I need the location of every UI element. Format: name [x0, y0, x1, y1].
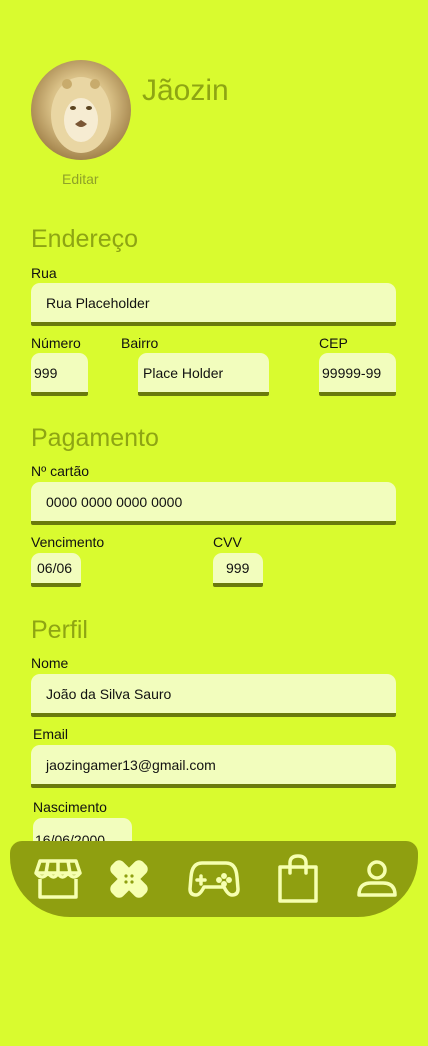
name-field[interactable]: João da Silva Sauro: [31, 674, 396, 717]
store-icon[interactable]: [34, 857, 82, 901]
street-field[interactable]: Rua Placeholder: [31, 283, 396, 326]
number-label: Número: [31, 335, 81, 351]
email-field[interactable]: jaozingamer13@gmail.com: [31, 745, 396, 788]
payment-section-title: Pagamento: [31, 424, 159, 452]
profile-section-title: Perfil: [31, 616, 88, 644]
shopping-bag-icon[interactable]: [276, 853, 320, 905]
user-icon[interactable]: [356, 859, 398, 899]
neighborhood-label: Bairro: [121, 335, 159, 351]
neighborhood-field[interactable]: Place Holder: [138, 353, 269, 396]
cep-label: CEP: [319, 335, 348, 351]
profile-name: Jãozin: [142, 74, 229, 107]
birth-label: Nascimento: [33, 799, 107, 815]
expiry-label: Vencimento: [31, 534, 105, 550]
card-number-label: Nº cartão: [31, 463, 90, 479]
cvv-field[interactable]: 999: [213, 553, 263, 587]
email-label: Email: [33, 726, 69, 742]
number-field[interactable]: 999: [31, 353, 88, 396]
expiry-field[interactable]: 06/06: [31, 553, 81, 587]
avatar: [31, 60, 131, 160]
gamepad-icon[interactable]: [188, 859, 240, 899]
card-number-field[interactable]: 0000 0000 0000 0000: [31, 482, 396, 525]
edit-profile-link[interactable]: Editar: [62, 171, 99, 187]
address-section-title: Endereço: [31, 225, 139, 253]
cep-field[interactable]: 99999-99: [319, 353, 396, 396]
name-label: Nome: [31, 655, 69, 671]
street-label: Rua: [31, 265, 57, 281]
bottom-nav: [10, 841, 418, 917]
cvv-label: CVV: [213, 534, 242, 550]
bandage-icon[interactable]: [104, 855, 154, 903]
